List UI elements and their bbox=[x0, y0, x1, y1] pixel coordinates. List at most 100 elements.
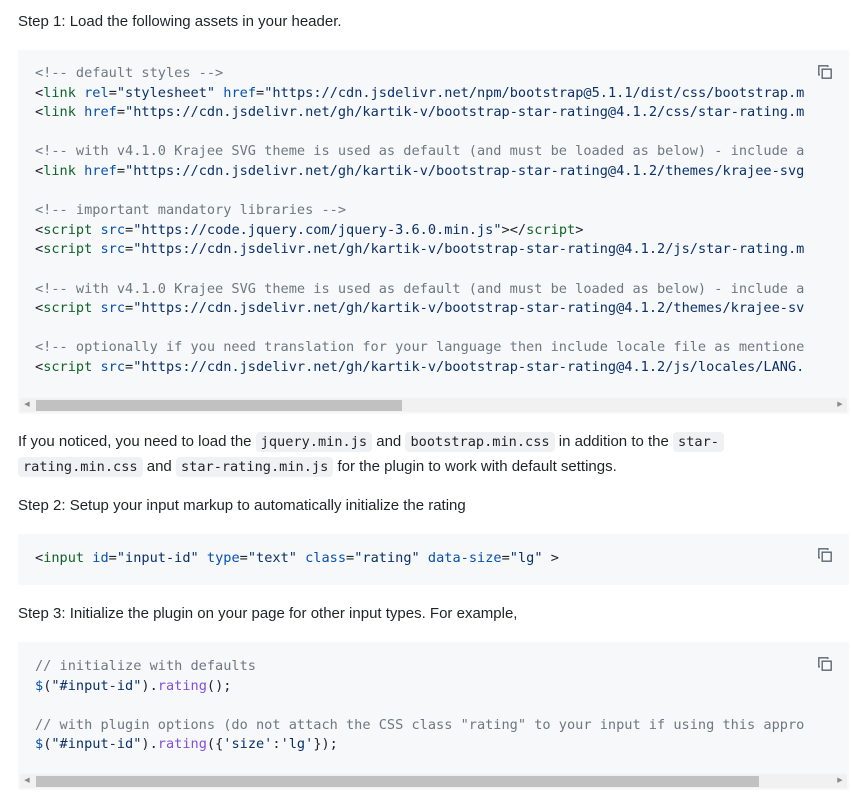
code-token: < bbox=[35, 550, 44, 566]
scrollbar-thumb[interactable] bbox=[36, 400, 402, 411]
step-2-heading: Step 2: Setup your input markup to autom… bbox=[18, 497, 466, 514]
code-token: = bbox=[108, 550, 117, 566]
notice-text: If you noticed, you need to load the bbox=[18, 433, 256, 450]
code-token: rating bbox=[157, 677, 207, 694]
code-token: link bbox=[43, 104, 76, 121]
notice-line-1: If you noticed, you need to load the jqu… bbox=[18, 430, 724, 454]
code-token: $ bbox=[35, 736, 44, 753]
code-token: class bbox=[305, 550, 347, 566]
scroll-left-arrow-icon[interactable]: ◀ bbox=[20, 774, 34, 788]
code-token: script bbox=[526, 221, 576, 238]
notice-text: for the plugin to work with default sett… bbox=[333, 458, 617, 475]
code-token: = bbox=[125, 300, 134, 317]
code-token: <!-- with v4.1.0 Krajee SVG theme is use… bbox=[35, 143, 805, 160]
code-line: // initialize with defaults bbox=[35, 658, 256, 674]
code-token: < bbox=[35, 241, 44, 258]
scroll-right-arrow-icon[interactable]: ▶ bbox=[833, 774, 847, 788]
code-token: }); bbox=[313, 736, 338, 753]
code-line: <link rel="stylesheet" href="https://cdn… bbox=[35, 85, 804, 101]
code-line: <script src="https://cdn.jsdelivr.net/gh… bbox=[35, 359, 804, 375]
code-token: < bbox=[35, 104, 44, 121]
code-token: = bbox=[125, 241, 134, 258]
inline-code-star-rating-js: star-rating.min.js bbox=[175, 457, 334, 477]
code-token: src bbox=[100, 358, 126, 375]
code-token: data-size bbox=[427, 550, 502, 566]
code-token: "rating" bbox=[354, 550, 420, 566]
code-token: input bbox=[43, 550, 85, 566]
scroll-right-arrow-icon[interactable]: ▶ bbox=[833, 398, 847, 412]
code-line: $("#input-id").rating({'size':'lg'}); bbox=[35, 736, 338, 752]
code-token: "text" bbox=[247, 550, 297, 566]
notice-text: and bbox=[372, 433, 406, 450]
code-line: <!-- with v4.1.0 Krajee SVG theme is use… bbox=[35, 143, 804, 159]
code-token: = bbox=[239, 550, 248, 566]
scroll-left-arrow-icon[interactable]: ◀ bbox=[20, 398, 34, 412]
code-token: "https://cdn.jsdelivr.net/gh/kartik-v/bo… bbox=[133, 241, 805, 258]
code-token: href bbox=[84, 162, 117, 179]
code-token: = bbox=[256, 84, 265, 101]
code-token: script bbox=[43, 358, 93, 375]
code-token: src bbox=[100, 300, 126, 317]
code-line: <script src="https://cdn.jsdelivr.net/gh… bbox=[35, 241, 804, 257]
code-token: $ bbox=[35, 677, 44, 694]
code-token: = bbox=[116, 104, 126, 121]
code-content: <input id="input-id" type="text" class="… bbox=[35, 549, 559, 569]
code-token: src bbox=[100, 241, 126, 258]
code-token: href bbox=[223, 84, 257, 101]
code-token: : bbox=[272, 736, 281, 753]
scrollbar-thumb[interactable] bbox=[36, 776, 759, 787]
code-token: ></ bbox=[501, 221, 527, 238]
code-token: > bbox=[575, 221, 584, 238]
code-token: < bbox=[35, 84, 44, 101]
notice-text: and bbox=[142, 458, 176, 475]
code-token: rating bbox=[157, 736, 207, 753]
code-line: <link href="https://cdn.jsdelivr.net/gh/… bbox=[35, 163, 804, 179]
horizontal-scrollbar[interactable]: ◀ ▶ bbox=[20, 774, 847, 788]
step-1-heading: Step 1: Load the following assets in you… bbox=[18, 13, 342, 30]
inline-code-jquery: jquery.min.js bbox=[255, 432, 373, 452]
code-block-assets: <!-- default styles --> <link rel="style… bbox=[18, 50, 849, 414]
inline-code-star-rating-css: star- bbox=[673, 432, 724, 452]
code-token: // with plugin options (do not attach th… bbox=[35, 716, 805, 733]
code-token: "#input-id" bbox=[51, 677, 142, 694]
code-token: = bbox=[108, 84, 117, 101]
code-token: script bbox=[43, 300, 93, 317]
code-token: "https://cdn.jsdelivr.net/gh/kartik-v/bo… bbox=[125, 104, 805, 121]
code-token: "https://code.jquery.com/jquery-3.6.0.mi… bbox=[133, 221, 502, 238]
code-token: 'size' bbox=[223, 736, 273, 753]
copy-icon[interactable] bbox=[816, 546, 834, 564]
code-token: < bbox=[35, 162, 44, 179]
code-token: > bbox=[542, 550, 559, 566]
code-token: = bbox=[116, 162, 126, 179]
code-line: <!-- with v4.1.0 Krajee SVG theme is use… bbox=[35, 281, 804, 297]
code-token: script bbox=[43, 241, 93, 258]
code-line: <script src="https://code.jquery.com/jqu… bbox=[35, 222, 583, 238]
code-token: = bbox=[125, 358, 134, 375]
code-token: ({ bbox=[206, 736, 224, 753]
code-line: <link href="https://cdn.jsdelivr.net/gh/… bbox=[35, 104, 804, 120]
inline-code-star-rating-css: rating.min.css bbox=[18, 457, 143, 477]
code-token: "stylesheet" bbox=[116, 84, 216, 101]
code-token: ). bbox=[141, 677, 158, 694]
code-token: <!-- default styles --> bbox=[35, 65, 224, 81]
code-token: src bbox=[100, 221, 126, 238]
code-token: = bbox=[125, 221, 134, 238]
code-token: "#input-id" bbox=[51, 736, 142, 753]
code-token: = bbox=[346, 550, 355, 566]
code-token: "input-id" bbox=[116, 550, 199, 566]
horizontal-scrollbar[interactable]: ◀ ▶ bbox=[20, 398, 847, 412]
code-token: < bbox=[35, 300, 44, 317]
code-line: $("#input-id").rating(); bbox=[35, 678, 231, 694]
copy-icon[interactable] bbox=[816, 655, 834, 673]
code-token: "lg" bbox=[509, 550, 543, 566]
code-token: <!-- important mandatory libraries --> bbox=[35, 202, 346, 219]
code-token: script bbox=[43, 221, 93, 238]
code-token: // initialize with defaults bbox=[35, 658, 256, 674]
copy-icon[interactable] bbox=[816, 63, 834, 81]
code-block-input-markup: <input id="input-id" type="text" class="… bbox=[18, 534, 849, 585]
